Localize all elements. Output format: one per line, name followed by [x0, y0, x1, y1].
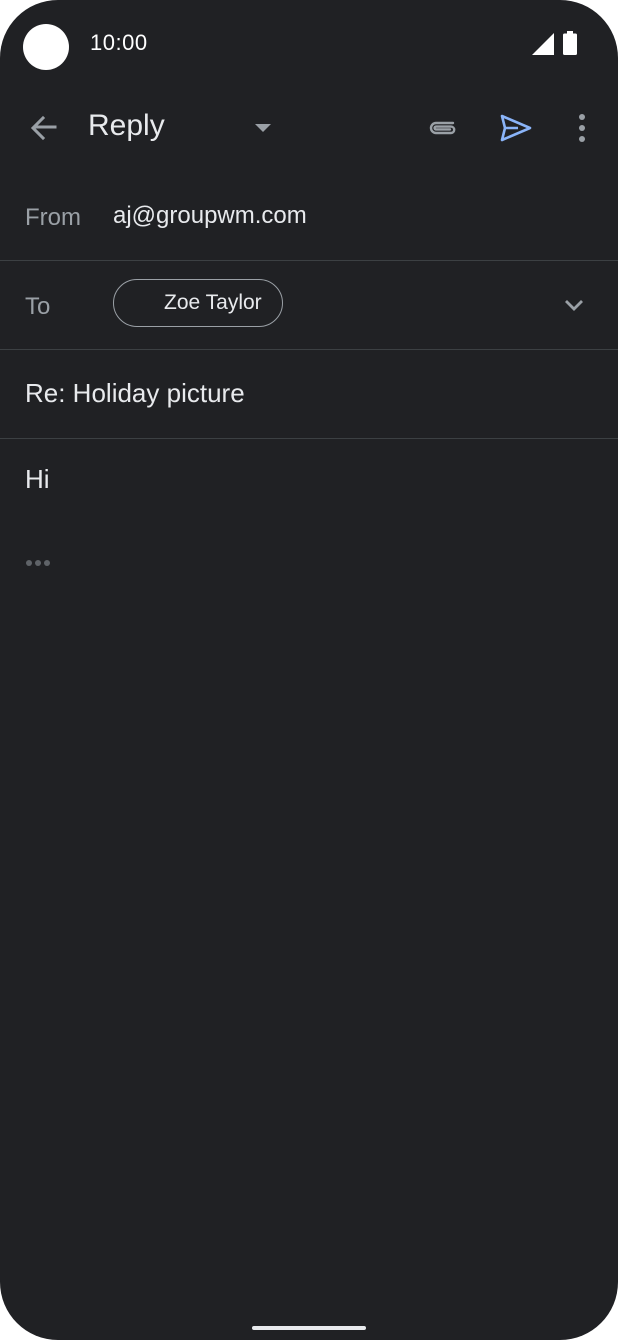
page-title: Reply — [88, 109, 165, 142]
phone-screen: 10:00 Reply From aj@groupwm.com To Zoe T… — [0, 0, 618, 1340]
body-text: Hi — [25, 464, 50, 494]
front-camera — [23, 24, 69, 70]
attachment-icon[interactable] — [423, 112, 459, 144]
chevron-down-icon[interactable] — [560, 291, 588, 319]
home-indicator[interactable] — [252, 1326, 366, 1330]
recipient-chip-label: Zoe Taylor — [164, 291, 262, 314]
more-vert-icon[interactable] — [570, 110, 594, 146]
to-row[interactable]: To Zoe Taylor — [0, 261, 618, 350]
recipient-chip[interactable]: Zoe Taylor — [113, 279, 283, 327]
subject-row[interactable]: Re: Holiday picture — [0, 350, 618, 439]
back-arrow-icon[interactable] — [27, 112, 59, 144]
from-label: From — [25, 204, 81, 231]
battery-icon — [563, 31, 577, 55]
from-row[interactable]: From aj@groupwm.com — [0, 172, 618, 261]
dropdown-triangle-icon[interactable] — [250, 118, 276, 138]
send-icon[interactable] — [498, 110, 534, 146]
from-account-value[interactable]: aj@groupwm.com — [113, 202, 307, 230]
status-time: 10:00 — [90, 30, 148, 55]
cellular-signal-icon — [532, 33, 554, 55]
compose-body-field[interactable]: Hi — [0, 439, 618, 1219]
show-quoted-text-icon[interactable] — [25, 551, 55, 575]
to-label: To — [25, 293, 51, 320]
status-bar: 10:00 — [0, 0, 618, 90]
subject-field[interactable]: Re: Holiday picture — [25, 378, 245, 409]
app-bar: Reply — [0, 90, 618, 166]
